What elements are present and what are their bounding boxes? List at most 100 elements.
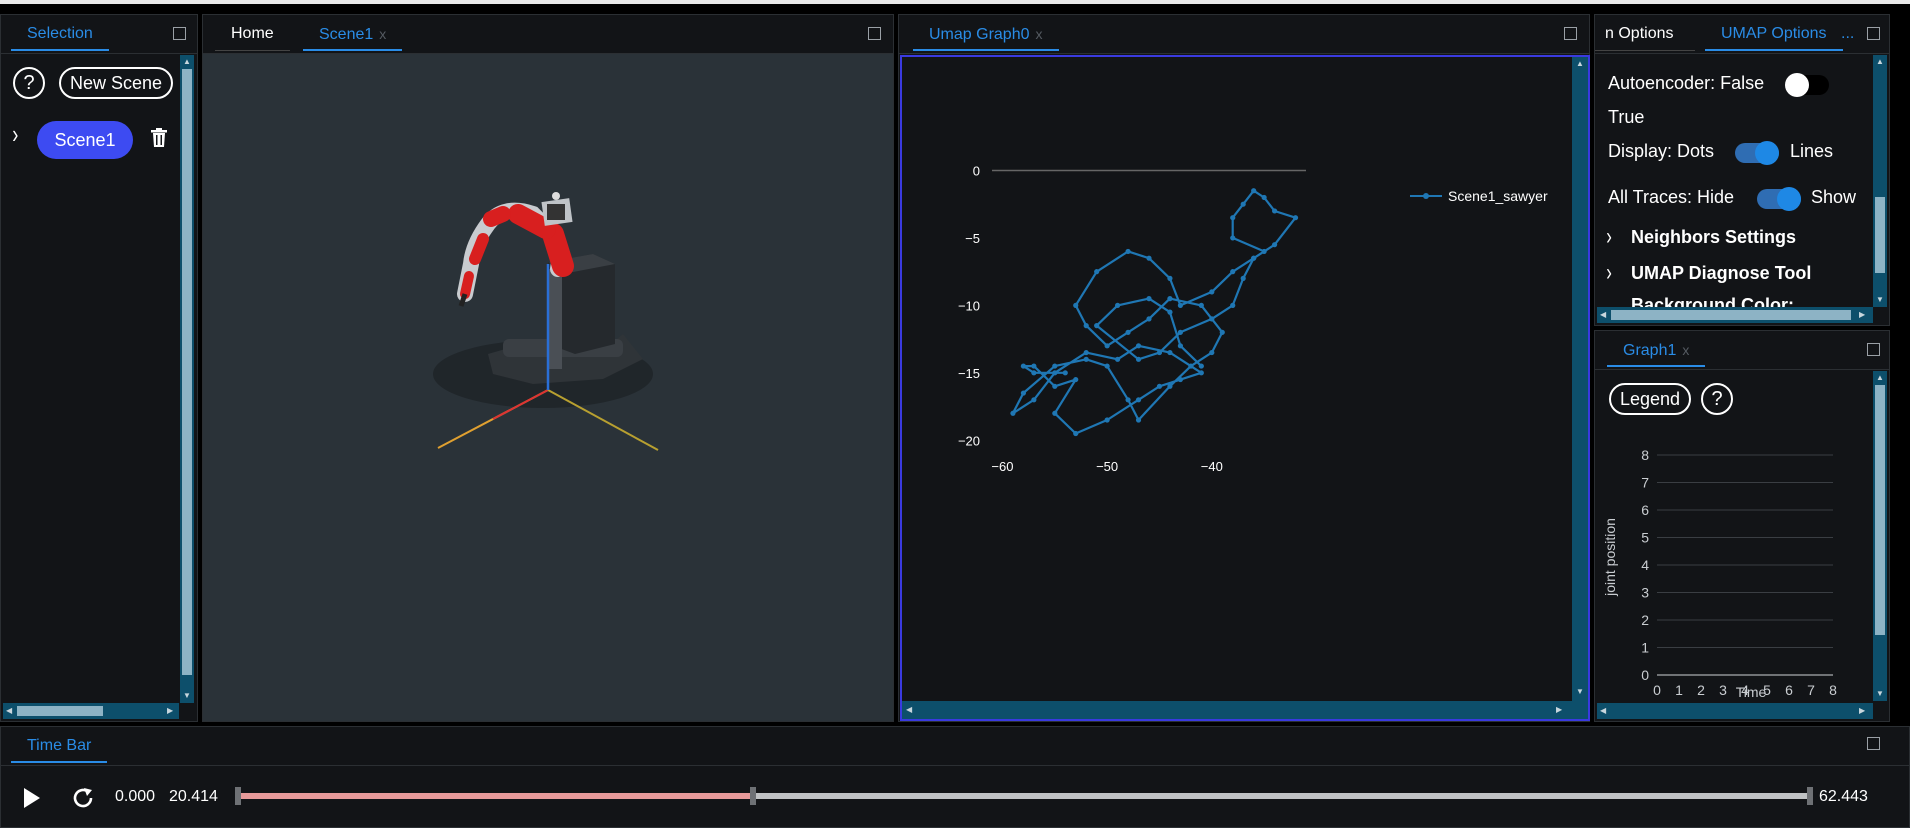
new-scene-button[interactable]: New Scene — [59, 67, 173, 99]
horizontal-scrollbar[interactable]: ◀ ▶ — [902, 701, 1588, 719]
chevron-right-icon[interactable]: › — [1606, 259, 1612, 287]
x-tick-label: −50 — [1096, 459, 1118, 474]
data-point — [1230, 269, 1236, 275]
range-end-handle[interactable] — [1807, 787, 1813, 805]
new-scene-label: New Scene — [69, 73, 163, 93]
data-point — [1209, 289, 1215, 295]
scroll-left-arrow[interactable]: ◀ — [906, 705, 912, 715]
scroll-right-arrow[interactable]: ▶ — [1859, 310, 1865, 320]
data-point — [1125, 248, 1131, 255]
autoencoder-toggle[interactable] — [1785, 73, 1829, 97]
toggle-knob — [1777, 187, 1801, 211]
tab-selection[interactable]: Selection — [11, 21, 109, 51]
maximize-icon[interactable] — [1867, 737, 1880, 750]
scroll-thumb[interactable] — [1875, 385, 1885, 635]
graph1-panel: Graph1 x Legend ? 012345678012345678 Time… — [1594, 330, 1890, 722]
tab-umap-options[interactable]: UMAP Options — [1705, 21, 1843, 51]
vertical-scrollbar[interactable]: ▲ ▼ — [1873, 55, 1887, 307]
scroll-up-arrow[interactable]: ▲ — [1876, 373, 1884, 383]
y-tick-label: −10 — [958, 298, 980, 313]
x-tick-label: −40 — [1201, 459, 1223, 474]
scroll-thumb[interactable] — [17, 706, 103, 716]
replay-icon[interactable] — [71, 786, 95, 810]
data-point — [1219, 329, 1225, 335]
vertical-scrollbar[interactable]: ▲ ▼ — [1873, 371, 1887, 701]
data-point — [1020, 390, 1026, 396]
scroll-right-arrow[interactable]: ▶ — [1859, 706, 1865, 716]
scroll-down-arrow[interactable]: ▼ — [183, 691, 191, 701]
vertical-scrollbar[interactable]: ▲ ▼ — [1572, 57, 1588, 701]
maximize-icon[interactable] — [1867, 343, 1880, 356]
background-color-header[interactable]: Background Color: — [1631, 295, 1794, 307]
scroll-up-arrow[interactable]: ▲ — [183, 57, 191, 67]
traces-toggle[interactable] — [1757, 187, 1801, 211]
scroll-left-arrow[interactable]: ◀ — [1600, 706, 1606, 716]
scroll-left-arrow[interactable]: ◀ — [6, 706, 12, 716]
data-point — [1135, 343, 1142, 349]
horizontal-scrollbar[interactable]: ◀ ▶ — [1597, 703, 1873, 719]
umap-diagnose-header[interactable]: UMAP Diagnose Tool — [1631, 263, 1811, 284]
data-point — [1198, 302, 1204, 308]
legend-button[interactable]: Legend — [1609, 383, 1691, 415]
toggle-knob — [1785, 73, 1809, 97]
data-point — [1135, 397, 1142, 403]
display-toggle[interactable] — [1735, 141, 1779, 165]
maximize-icon[interactable] — [1564, 27, 1577, 40]
close-tab-icon[interactable]: x — [1682, 342, 1689, 358]
scroll-up-arrow[interactable]: ▲ — [1876, 57, 1884, 67]
time-slider-track[interactable] — [235, 787, 1813, 805]
data-point — [1167, 383, 1173, 389]
scroll-right-arrow[interactable]: ▶ — [1556, 705, 1562, 715]
help-button[interactable]: ? — [1701, 383, 1733, 415]
umap-plot-area[interactable]: 0 −5 −10 −15 −20 −60 −50 −40 Scene1_sawyer ▲ ▼ … — [900, 55, 1590, 721]
tab-home[interactable]: Home — [215, 21, 290, 51]
scroll-thumb[interactable] — [1875, 197, 1885, 273]
scene-tabbar: Home Scene1 x — [203, 15, 893, 54]
help-button[interactable]: ? — [13, 67, 45, 99]
play-icon[interactable] — [23, 787, 41, 809]
neighbors-settings-header[interactable]: Neighbors Settings — [1631, 227, 1796, 248]
3d-viewport[interactable] — [203, 54, 893, 721]
scroll-thumb[interactable] — [182, 69, 192, 675]
maximize-icon[interactable] — [1867, 27, 1880, 40]
horizontal-scrollbar[interactable]: ◀ ▶ — [1597, 307, 1873, 323]
data-point — [1052, 410, 1058, 416]
scroll-left-arrow[interactable]: ◀ — [1600, 310, 1606, 320]
scroll-down-arrow[interactable]: ▼ — [1876, 689, 1884, 699]
data-point — [1010, 410, 1016, 416]
x-tick-label: 0 — [1653, 682, 1661, 698]
scene-item-button[interactable]: Scene1 — [37, 121, 133, 159]
scroll-thumb[interactable] — [1611, 310, 1851, 320]
tab-n-options[interactable]: n Options — [1595, 21, 1695, 51]
y-tick-label: −5 — [965, 231, 980, 246]
tab-umap-graph0[interactable]: Umap Graph0 x — [913, 21, 1059, 51]
scroll-right-arrow[interactable]: ▶ — [167, 706, 173, 716]
end-time: 62.443 — [1819, 788, 1868, 805]
more-tabs[interactable]: ... — [1841, 21, 1854, 51]
trash-icon[interactable] — [151, 128, 167, 148]
tab-graph1[interactable]: Graph1 x — [1607, 337, 1706, 367]
close-tab-icon[interactable]: x — [1036, 26, 1043, 42]
data-point — [1104, 417, 1110, 423]
x-tick-label: 2 — [1697, 682, 1705, 698]
close-tab-icon[interactable]: x — [379, 26, 386, 42]
scroll-up-arrow[interactable]: ▲ — [1576, 59, 1584, 69]
tab-n-options-label: n Options — [1605, 25, 1674, 42]
maximize-icon[interactable] — [868, 27, 881, 40]
legend-label: Scene1_sawyer — [1448, 188, 1548, 204]
horizontal-scrollbar[interactable]: ◀ ▶ — [3, 703, 179, 719]
tab-scene1[interactable]: Scene1 x — [303, 21, 403, 51]
data-point — [1240, 275, 1246, 281]
chevron-right-icon[interactable]: › — [12, 119, 18, 150]
chevron-right-icon[interactable]: › — [1606, 223, 1612, 251]
scroll-down-arrow[interactable]: ▼ — [1576, 687, 1584, 697]
current-time-handle[interactable] — [750, 787, 757, 805]
range-start-handle[interactable] — [235, 787, 241, 805]
data-point — [1073, 376, 1079, 383]
x-tick-label: −60 — [991, 459, 1013, 474]
maximize-icon[interactable] — [173, 27, 186, 40]
scroll-down-arrow[interactable]: ▼ — [1876, 295, 1884, 305]
tab-time-bar[interactable]: Time Bar — [11, 733, 108, 763]
umap-options-panel: n Options UMAP Options ... Autoencoder: … — [1594, 14, 1890, 326]
vertical-scrollbar[interactable]: ▲ ▼ — [180, 55, 194, 703]
